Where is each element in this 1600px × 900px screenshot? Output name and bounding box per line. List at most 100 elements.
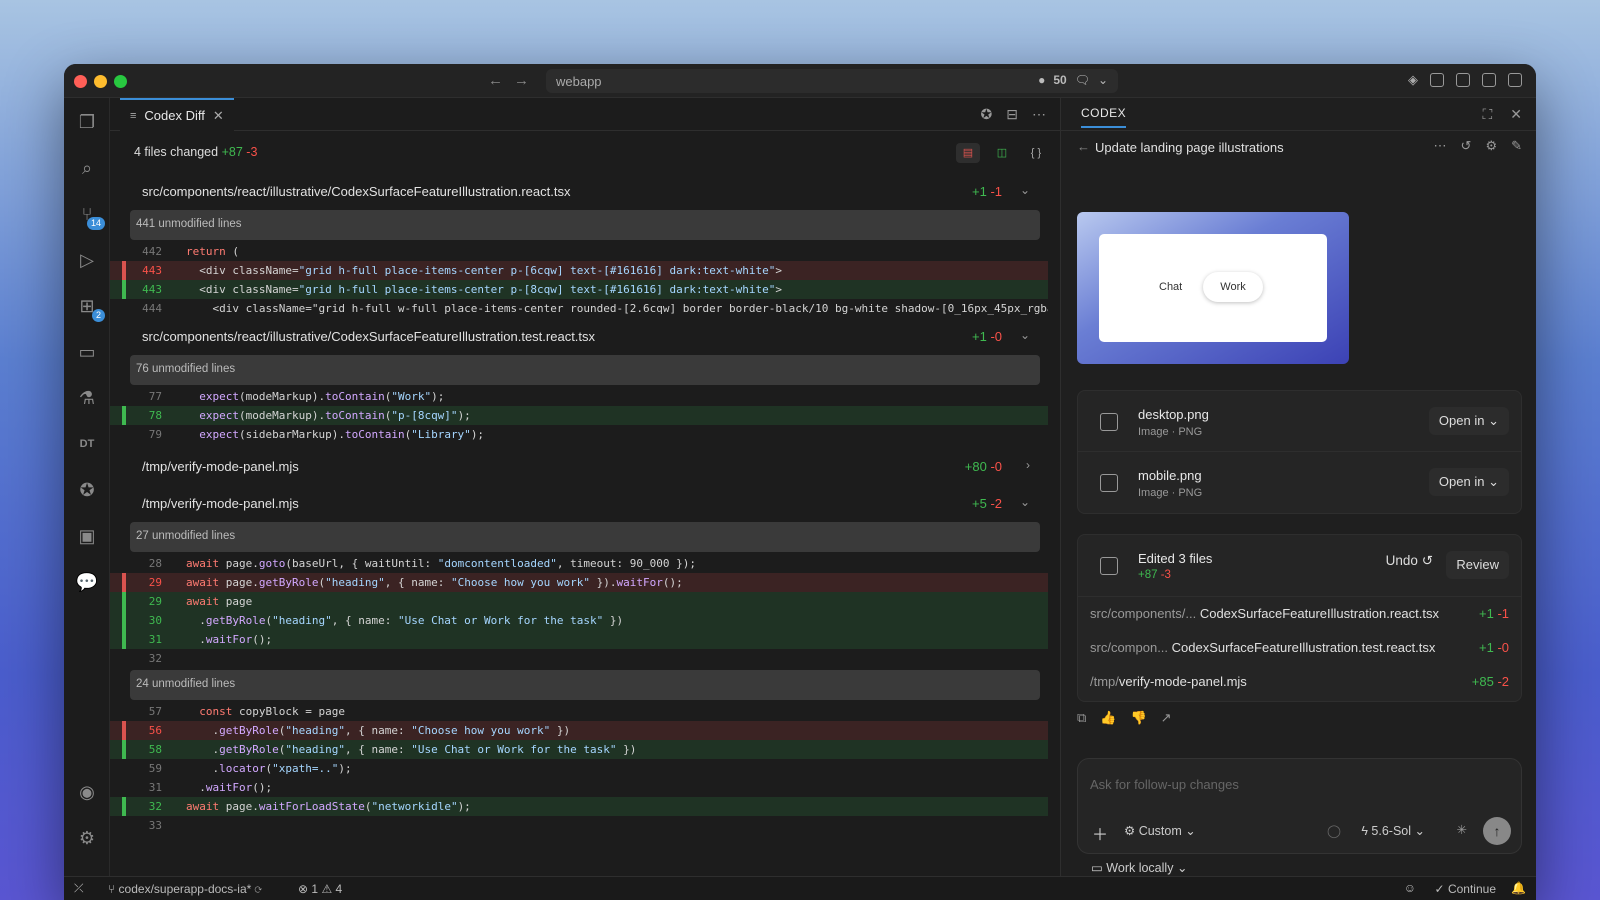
diff-file-header[interactable]: src/components/react/illustrative/CodexS… bbox=[110, 173, 1060, 210]
thumbs-up-icon[interactable]: 👍 bbox=[1100, 710, 1116, 726]
review-button[interactable]: Review bbox=[1446, 551, 1509, 579]
diff-file-header[interactable]: src/components/react/illustrative/CodexS… bbox=[110, 318, 1060, 355]
composer[interactable]: Ask for follow-up changes ＋ ⚙ Custom ⌄ ◯… bbox=[1077, 758, 1522, 854]
close-window-button[interactable] bbox=[74, 75, 87, 88]
openai-icon[interactable]: ✪ bbox=[75, 478, 99, 502]
chevron-down-icon[interactable]: ⌄ bbox=[1020, 495, 1030, 509]
extensions-icon[interactable]: ⊞ 2 bbox=[75, 294, 105, 322]
search-icon[interactable]: ⌕ bbox=[75, 156, 99, 180]
file-added: +80 bbox=[964, 459, 987, 474]
back-arrow-icon[interactable]: ← bbox=[1077, 139, 1090, 154]
unmodified-lines-expander[interactable]: 24 unmodified lines bbox=[130, 670, 1040, 700]
share-icon[interactable]: ↗ bbox=[1161, 710, 1172, 726]
file-added: +1 bbox=[971, 329, 987, 344]
branch-indicator[interactable]: ⑂ codex/superapp-docs-ia* ⟳ bbox=[108, 882, 262, 896]
address-text: webapp bbox=[556, 74, 602, 89]
added-line: 31 .waitFor(); bbox=[110, 630, 1048, 649]
voice-icon[interactable]: ✳ bbox=[1457, 822, 1467, 837]
chevron-down-icon[interactable]: ⌄ bbox=[1020, 328, 1030, 342]
minimize-window-button[interactable] bbox=[94, 75, 107, 88]
remote-icon[interactable]: ⤫ bbox=[74, 881, 84, 896]
package-icon[interactable]: ▣ bbox=[75, 524, 99, 548]
close-tab-icon[interactable]: ✕ bbox=[213, 108, 224, 124]
chevron-down-icon: ⌄ bbox=[1185, 824, 1196, 838]
unified-view-icon[interactable]: ▤ bbox=[956, 143, 980, 163]
toggle-panel-icon[interactable] bbox=[1482, 73, 1496, 87]
chat-sparkle-icon[interactable]: 💬 bbox=[75, 570, 99, 594]
chevron-down-icon[interactable]: ⌄ bbox=[1020, 183, 1030, 197]
back-arrow-icon[interactable]: ← bbox=[488, 72, 503, 89]
file-dir: src/compon... bbox=[1090, 640, 1169, 655]
unmodified-lines-expander[interactable]: 441 unmodified lines bbox=[130, 210, 1040, 240]
context-ring-icon[interactable]: ◯ bbox=[1327, 823, 1341, 838]
account-icon[interactable]: ◉ bbox=[75, 780, 99, 804]
expand-icon[interactable]: ⛶ bbox=[1482, 106, 1492, 123]
settings-gear-icon[interactable]: ⚙ bbox=[75, 826, 99, 850]
chevron-down-icon: ⌄ bbox=[1488, 474, 1499, 489]
attachment-item[interactable]: mobile.png Image · PNG Open in ⌄ bbox=[1077, 452, 1522, 514]
problems-indicator[interactable]: ⊗ 1 ⚠ 4 bbox=[298, 882, 342, 896]
tab-codex[interactable]: CODEX bbox=[1081, 106, 1127, 128]
remote-explorer-icon[interactable]: ▭ bbox=[75, 340, 99, 364]
files-icon[interactable]: ❐ bbox=[75, 110, 99, 134]
image-preview[interactable]: Chat Work bbox=[1077, 212, 1349, 364]
removed-line: 443 <div className="grid h-full place-it… bbox=[110, 261, 1048, 280]
edited-file-row[interactable]: src/components/... CodexSurfaceFeatureIl… bbox=[1090, 597, 1509, 631]
tab-codex-diff[interactable]: ≡ Codex Diff ✕ bbox=[120, 98, 234, 131]
open-in-button[interactable]: Open in ⌄ bbox=[1428, 407, 1509, 435]
edited-file-row[interactable]: /tmp/verify-mode-panel.mjs +85 -2 bbox=[1090, 665, 1509, 699]
composer-input[interactable]: Ask for follow-up changes bbox=[1090, 777, 1239, 792]
source-control-badge: 14 bbox=[86, 217, 105, 230]
mode-select[interactable]: ⚙ Custom ⌄ bbox=[1124, 823, 1196, 838]
split-editor-icon[interactable]: ⊟ bbox=[1006, 106, 1018, 123]
thumbs-down-icon[interactable]: 👎 bbox=[1130, 710, 1146, 726]
presentation-icon[interactable]: DT bbox=[75, 432, 99, 456]
chevron-right-icon[interactable]: › bbox=[1026, 458, 1030, 472]
forward-arrow-icon[interactable]: → bbox=[514, 72, 529, 89]
model-label: 5.6-Sol bbox=[1371, 824, 1412, 838]
run-debug-icon[interactable]: ▷ bbox=[75, 248, 99, 272]
undo-button[interactable]: Undo ↺ bbox=[1386, 553, 1433, 569]
removed-line: 56 .getByRole("heading", { name: "Choose… bbox=[110, 721, 1048, 740]
history-icon[interactable]: ↺ bbox=[1461, 138, 1472, 154]
toggle-secondary-sidebar-icon[interactable] bbox=[1508, 73, 1522, 87]
line-number: 31 bbox=[148, 633, 162, 646]
unmodified-lines-expander[interactable]: 27 unmodified lines bbox=[130, 522, 1040, 552]
address-bar[interactable]: webapp ● 50 🗨 ⌄ bbox=[546, 69, 1118, 93]
close-panel-icon[interactable]: ✕ bbox=[1510, 106, 1522, 123]
diff-file-header[interactable]: /tmp/verify-mode-panel.mjs +5 -2 ⌄ bbox=[110, 485, 1060, 522]
diff-file-header[interactable]: /tmp/verify-mode-panel.mjs +80 -0 › bbox=[110, 448, 1060, 485]
notifications-bell-icon[interactable]: 🔔 bbox=[1511, 881, 1526, 895]
add-attachment-icon[interactable]: ＋ bbox=[1092, 821, 1108, 845]
undo-label: Undo bbox=[1385, 553, 1418, 568]
new-chat-edit-icon[interactable]: ✎ bbox=[1511, 138, 1522, 154]
split-view-icon[interactable]: ◫ bbox=[990, 143, 1014, 163]
continue-indicator[interactable]: ✓ Continue bbox=[1435, 882, 1496, 896]
edited-file-row[interactable]: src/compon... CodexSurfaceFeatureIllustr… bbox=[1090, 631, 1509, 665]
attachment-item[interactable]: desktop.png Image · PNG Open in ⌄ bbox=[1077, 390, 1522, 452]
openai-logo-icon[interactable]: ✪ bbox=[981, 106, 993, 123]
file-path: src/components/react/illustrative/CodexS… bbox=[142, 184, 571, 199]
edited-files-header: Edited 3 files +87 -3 Undo ↺ Review bbox=[1078, 535, 1521, 597]
model-select[interactable]: ϟ 5.6-Sol ⌄ bbox=[1361, 823, 1425, 838]
testing-flask-icon[interactable]: ⚗ bbox=[75, 386, 99, 410]
edited-files-card: Edited 3 files +87 -3 Undo ↺ Review src/… bbox=[1077, 534, 1522, 702]
copilot-icon[interactable]: ☺ bbox=[1404, 881, 1416, 895]
more-actions-icon[interactable]: ⋯ bbox=[1032, 106, 1046, 123]
chevron-down-icon[interactable]: ⌄ bbox=[1098, 73, 1108, 87]
layout-grid-icon[interactable] bbox=[1430, 73, 1444, 87]
extension-icon[interactable]: ◈ bbox=[1408, 72, 1418, 88]
settings-gear-icon[interactable]: ⚙ bbox=[1485, 138, 1497, 154]
copy-icon[interactable]: ⧉ bbox=[1077, 710, 1086, 726]
more-actions-icon[interactable]: ⋯ bbox=[1434, 138, 1447, 154]
chat-bubble-icon[interactable]: 🗨 bbox=[1075, 73, 1090, 87]
open-in-button[interactable]: Open in ⌄ bbox=[1428, 468, 1509, 496]
send-button[interactable]: ↑ bbox=[1483, 817, 1511, 845]
code-braces-icon[interactable]: { } bbox=[1024, 143, 1048, 163]
toggle-sidebar-icon[interactable] bbox=[1456, 73, 1470, 87]
zoom-window-button[interactable] bbox=[114, 75, 127, 88]
work-locally-select[interactable]: ▭ Work locally ⌄ bbox=[1091, 860, 1187, 875]
unmodified-lines-expander[interactable]: 76 unmodified lines bbox=[130, 355, 1040, 385]
line-number: 31 bbox=[148, 781, 162, 794]
source-control-icon[interactable]: ⑂ 14 bbox=[75, 202, 105, 230]
